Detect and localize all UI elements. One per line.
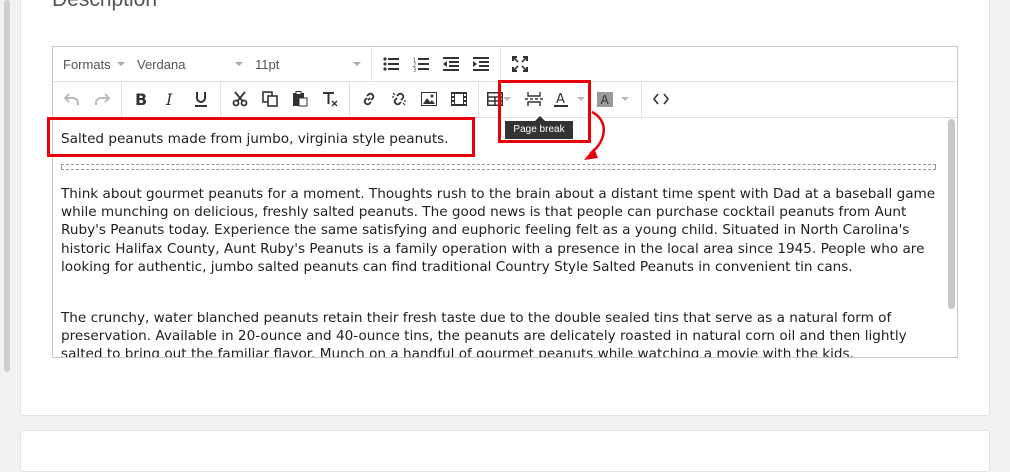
media-icon [451, 92, 467, 106]
cut-icon [232, 91, 248, 107]
outdent-button[interactable] [436, 50, 466, 78]
svg-text:B: B [135, 91, 147, 107]
font-size-value: 11pt [255, 56, 280, 72]
paste-icon [293, 91, 308, 107]
cut-button[interactable] [225, 85, 255, 113]
svg-text:I: I [165, 91, 173, 107]
redo-button[interactable] [87, 85, 117, 113]
insert-group [350, 81, 479, 117]
page-break-marker [61, 164, 936, 170]
list-group: 123 [372, 47, 501, 81]
format-selects: Formats Verdana 11pt [53, 47, 372, 81]
unlink-icon [392, 92, 406, 106]
svg-text:A: A [601, 93, 610, 107]
link-button[interactable] [354, 85, 384, 113]
svg-text:3: 3 [413, 67, 416, 72]
image-button[interactable] [414, 85, 444, 113]
clear-format-icon [323, 92, 338, 107]
editor-scrollbar[interactable] [948, 119, 955, 309]
undo-icon [64, 93, 79, 105]
copy-button[interactable] [255, 85, 285, 113]
bold-button[interactable]: B [126, 85, 156, 113]
chevron-down-icon [621, 97, 629, 101]
page-break-tooltip: Page break [505, 116, 573, 139]
history-group [53, 81, 122, 117]
bold-icon: B [135, 91, 147, 107]
bullet-list-button[interactable] [376, 50, 406, 78]
fullscreen-button[interactable] [505, 50, 535, 78]
indent-icon [473, 57, 489, 71]
next-card [20, 430, 990, 472]
underline-button[interactable] [186, 85, 216, 113]
link-icon [363, 92, 375, 106]
paste-button[interactable] [285, 85, 315, 113]
text-style-group: B I [122, 81, 221, 117]
indent-button[interactable] [466, 50, 496, 78]
page-scrollbar[interactable] [4, 0, 10, 372]
chevron-down-icon [117, 62, 125, 66]
background-color-icon: A [597, 92, 613, 107]
copy-icon [262, 91, 278, 107]
font-family-value: Verdana [137, 56, 186, 72]
outdent-icon [443, 57, 459, 71]
redo-icon [95, 93, 110, 105]
media-button[interactable] [444, 85, 474, 113]
image-icon [421, 92, 437, 106]
formats-dropdown[interactable]: Formats [57, 51, 131, 77]
underline-icon [195, 92, 207, 107]
clear-format-button[interactable] [315, 85, 345, 113]
content-paragraph-2: Think about gourmet peanuts for a moment… [61, 186, 936, 275]
italic-icon: I [165, 91, 173, 107]
chevron-down-icon [235, 62, 243, 66]
bullet-list-icon [383, 57, 399, 71]
code-group [642, 81, 680, 117]
undo-button[interactable] [57, 85, 87, 113]
unlink-button[interactable] [384, 85, 414, 113]
highlight-box-paragraph [47, 117, 475, 157]
numbered-list-button[interactable]: 123 [406, 50, 436, 78]
numbered-list-icon: 123 [413, 57, 429, 72]
font-family-select[interactable]: Verdana [131, 51, 249, 77]
content-paragraph-3: The crunchy, water blanched peanuts reta… [61, 310, 907, 358]
chevron-down-icon [353, 62, 361, 66]
section-title: Description [52, 0, 157, 12]
source-code-button[interactable] [646, 85, 676, 113]
background-color-button[interactable]: A [593, 85, 637, 113]
toolbar-row-1: Formats Verdana 11pt 123 [53, 47, 957, 82]
font-size-select[interactable]: 11pt [249, 51, 367, 77]
source-code-icon [653, 93, 669, 105]
clipboard-group [221, 81, 350, 117]
fullscreen-icon [512, 56, 528, 72]
view-group [501, 47, 539, 81]
arrow-icon [584, 110, 605, 160]
italic-button[interactable]: I [156, 85, 186, 113]
formats-label: Formats [63, 56, 111, 72]
